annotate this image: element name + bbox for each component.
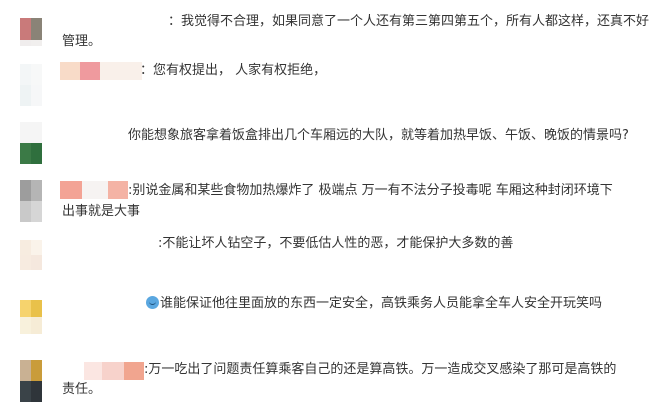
comment-text: :不能让坏人钻空子，不要低估人性的恶，才能保护大多数的善 [158, 234, 513, 254]
avatar[interactable] [20, 180, 42, 222]
comment-item: 你能想象旅客拿着饭盒排出几个车厢远的大队，就等着加热早饭、午饭、晚饭的情景吗? [0, 116, 650, 176]
comment-item: :万一吃出了问题责任算乘客自己的还是算高铁。万一造成交叉感染了那可是高铁的 责任… [0, 346, 650, 404]
comment-text-line: 你能想象旅客拿着饭盒排出几个车厢远的大队，就等着加热早饭、午饭、晚饭的情景吗? [128, 128, 629, 143]
avatar[interactable] [20, 300, 42, 334]
comment-text-line: ：您有权提出， 人家有权拒绝， [140, 63, 327, 78]
comment-text-wrap: 管理。 [62, 32, 101, 52]
avatar-block [20, 18, 31, 40]
comment-item: ：我觉得不合理，如果同意了一个人还有第三第四第五个，所有人都这样，还真不好 管理… [0, 8, 650, 56]
comment-text-wrap: 出事就是大事 [62, 202, 140, 222]
avatar[interactable] [20, 360, 42, 402]
avatar[interactable] [20, 122, 42, 164]
avatar-block [31, 40, 42, 46]
comment-text-wrap: 责任。 [62, 380, 101, 400]
comment-text-line: :不能让坏人钻空子，不要低估人性的恶，才能保护大多数的善 [158, 236, 514, 251]
comment-text-line: :别说金属和某些食物加热爆炸了 极端点 万一有不法分子投毒呢 车厢这种封闭环境下 [128, 183, 613, 198]
comment-text: 你能想象旅客拿着饭盒排出几个车厢远的大队，就等着加热早饭、午饭、晚饭的情景吗? [128, 126, 629, 146]
smile-emoji-icon [146, 296, 159, 309]
comment-item: ：您有权提出， 人家有权拒绝， [0, 56, 650, 116]
username-blurred[interactable] [60, 62, 142, 80]
comment-item: :别说金属和某些食物加热爆炸了 极端点 万一有不法分子投毒呢 车厢这种封闭环境下… [0, 176, 650, 234]
avatar[interactable] [20, 64, 42, 106]
comment-text-line: :万一吃出了问题责任算乘客自己的还是算高铁。万一造成交叉感染了那可是高铁的 [144, 362, 617, 377]
comment-text-line: 管理。 [62, 34, 102, 49]
avatar[interactable] [20, 240, 42, 270]
avatar-block [31, 18, 42, 40]
comment-text-line: 责任。 [62, 382, 102, 397]
comment-text: ：我觉得不合理，如果同意了一个人还有第三第四第五个，所有人都这样，还真不好 [168, 12, 650, 32]
avatar[interactable] [20, 18, 42, 46]
comment-text-line: 出事就是大事 [62, 204, 141, 219]
comment-item: 谁能保证他往里面放的东西一定安全，高铁乘务人员能拿全车人安全开玩笑吗 [0, 286, 650, 346]
avatar-block [20, 40, 31, 46]
username-blurred[interactable] [84, 362, 144, 380]
comment-text: ：您有权提出， 人家有权拒绝， [140, 61, 326, 81]
comment-text-line: 谁能保证他往里面放的东西一定安全，高铁乘务人员能拿全车人安全开玩笑吗 [160, 296, 603, 311]
comment-text: :别说金属和某些食物加热爆炸了 极端点 万一有不法分子投毒呢 车厢这种封闭环境下 [128, 181, 613, 201]
comment-item: :不能让坏人钻空子，不要低估人性的恶，才能保护大多数的善 [0, 234, 650, 286]
comment-list: ：我觉得不合理，如果同意了一个人还有第三第四第五个，所有人都这样，还真不好 管理… [0, 0, 650, 404]
comment-text: 谁能保证他往里面放的东西一定安全，高铁乘务人员能拿全车人安全开玩笑吗 [146, 294, 602, 314]
comment-text: :万一吃出了问题责任算乘客自己的还是算高铁。万一造成交叉感染了那可是高铁的 [144, 360, 616, 380]
username-blurred[interactable] [60, 181, 128, 199]
comment-text-line: ：我觉得不合理，如果同意了一个人还有第三第四第五个，所有人都这样，还真不好 [168, 14, 650, 29]
